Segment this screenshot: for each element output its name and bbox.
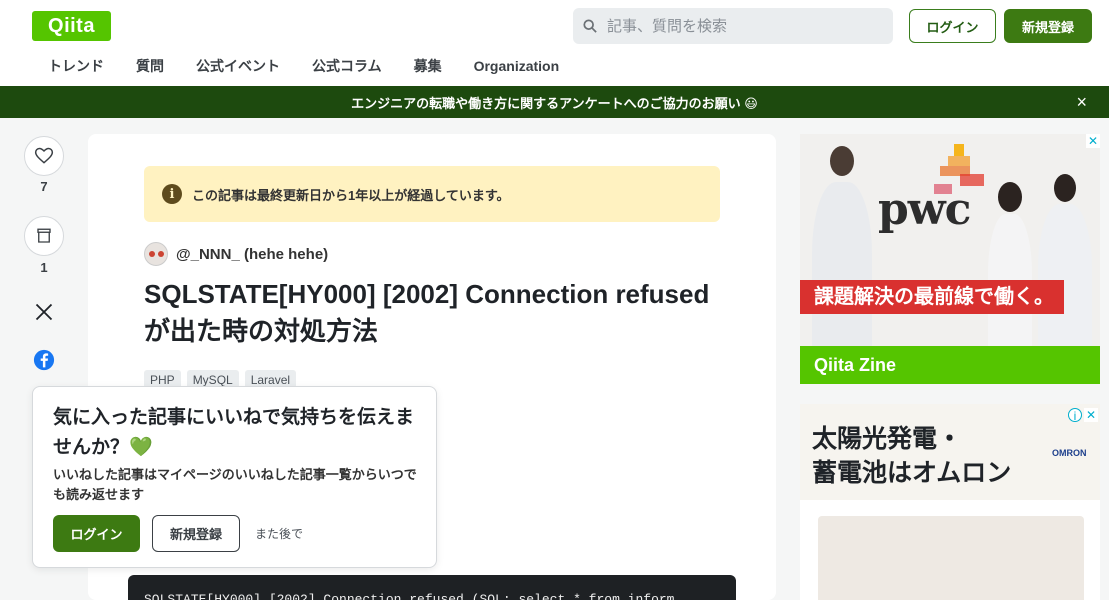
pwc-ad[interactable]: pwc 課題解決の最前線で働く。 Qiita Zine ✕ — [800, 134, 1100, 384]
popup-title: 気に入った記事にいいねで気持ちを伝えませんか？💚 — [53, 407, 415, 458]
facebook-share-icon[interactable] — [32, 348, 56, 372]
ad-catchphrase: 課題解決の最前線で働く。 — [800, 280, 1064, 314]
nav-trend[interactable]: トレンド — [32, 56, 120, 76]
author-name[interactable]: @_NNN_ (hehe hehe) — [176, 246, 328, 263]
article-title: SQLSTATE[HY000] [2002] Connection refuse… — [144, 279, 710, 346]
close-icon[interactable]: × — [1076, 92, 1087, 113]
info-icon: i — [162, 184, 182, 204]
outdated-notice-text: この記事は最終更新日から1年以上が経過しています。 — [192, 187, 510, 203]
ad-person-1-head — [830, 146, 854, 176]
avatar[interactable] — [144, 242, 168, 266]
outdated-notice: i この記事は最終更新日から1年以上が経過しています。 — [144, 166, 720, 222]
pwc-brand: pwc — [878, 184, 971, 235]
omron-ad-line-2: 蓄電池はオムロン — [812, 459, 1012, 487]
author[interactable]: @_NNN_ (hehe hehe) — [144, 242, 328, 266]
like-prompt-popup: 気に入った記事にいいねで気持ちを伝えませんか？💚 いいねした記事はマイページのい… — [32, 386, 437, 568]
like-button[interactable] — [24, 136, 64, 176]
ad-close-icon[interactable]: ✕ — [1086, 134, 1100, 148]
ad-person-3-head — [1054, 174, 1076, 202]
omron-ad[interactable]: 太陽光発電・ 蓄電池はオムロン OMRON i ✕ — [800, 404, 1100, 600]
popup-later-link[interactable]: また後で — [255, 525, 303, 542]
nav-official-columns[interactable]: 公式コラム — [296, 56, 398, 76]
x-share-icon[interactable] — [32, 300, 56, 324]
heart-icon — [34, 147, 54, 164]
global-nav: トレンド 質問 公式イベント 公式コラム 募集 Organization — [32, 56, 575, 76]
stock-button[interactable] — [24, 216, 64, 256]
search-icon — [583, 19, 597, 33]
nav-questions[interactable]: 質問 — [120, 56, 180, 76]
search-box[interactable] — [573, 8, 893, 44]
site-header: Qiita ログイン 新規登録 トレンド 質問 公式イベント 公式コラム 募集 … — [0, 0, 1109, 86]
ad-info-icon[interactable]: i — [1068, 408, 1082, 423]
survey-banner-text[interactable]: エンジニアの転職や働き方に関するアンケートへのご協力のお願い 😃 — [351, 93, 758, 112]
omron-ad-line-1: 太陽光発電・ — [812, 425, 963, 453]
nav-official-events[interactable]: 公式イベント — [180, 56, 296, 76]
ad-close-icon[interactable]: ✕ — [1084, 408, 1098, 422]
header-login-button[interactable]: ログイン — [909, 9, 996, 43]
survey-banner[interactable]: エンジニアの転職や働き方に関するアンケートへのご協力のお願い 😃 × — [0, 86, 1109, 118]
header-signup-button[interactable]: 新規登録 — [1004, 9, 1092, 43]
popup-signup-button[interactable]: 新規登録 — [152, 515, 240, 552]
code-block: SQLSTATE[HY000] [2002] Connection refuse… — [128, 575, 736, 600]
nav-recruitment[interactable]: 募集 — [398, 56, 458, 76]
ad-product-image — [818, 516, 1084, 600]
qiita-zine-label: Qiita Zine — [800, 346, 1100, 384]
popup-login-button[interactable]: ログイン — [53, 515, 140, 552]
qiita-logo[interactable]: Qiita — [32, 11, 111, 41]
stock-icon — [37, 228, 51, 243]
popup-description: いいねした記事はマイページのいいねした記事一覧からいつでも読み返せます — [53, 467, 417, 502]
ad-person-1 — [812, 182, 872, 362]
search-input[interactable] — [607, 17, 867, 35]
like-count: 7 — [40, 179, 48, 194]
ad-person-2-head — [998, 182, 1022, 212]
omron-ad-headline: 太陽光発電・ 蓄電池はオムロン — [812, 422, 1011, 490]
nav-organization[interactable]: Organization — [458, 56, 576, 76]
omron-logo: OMRON — [1052, 448, 1087, 458]
stock-count: 1 — [40, 260, 48, 275]
